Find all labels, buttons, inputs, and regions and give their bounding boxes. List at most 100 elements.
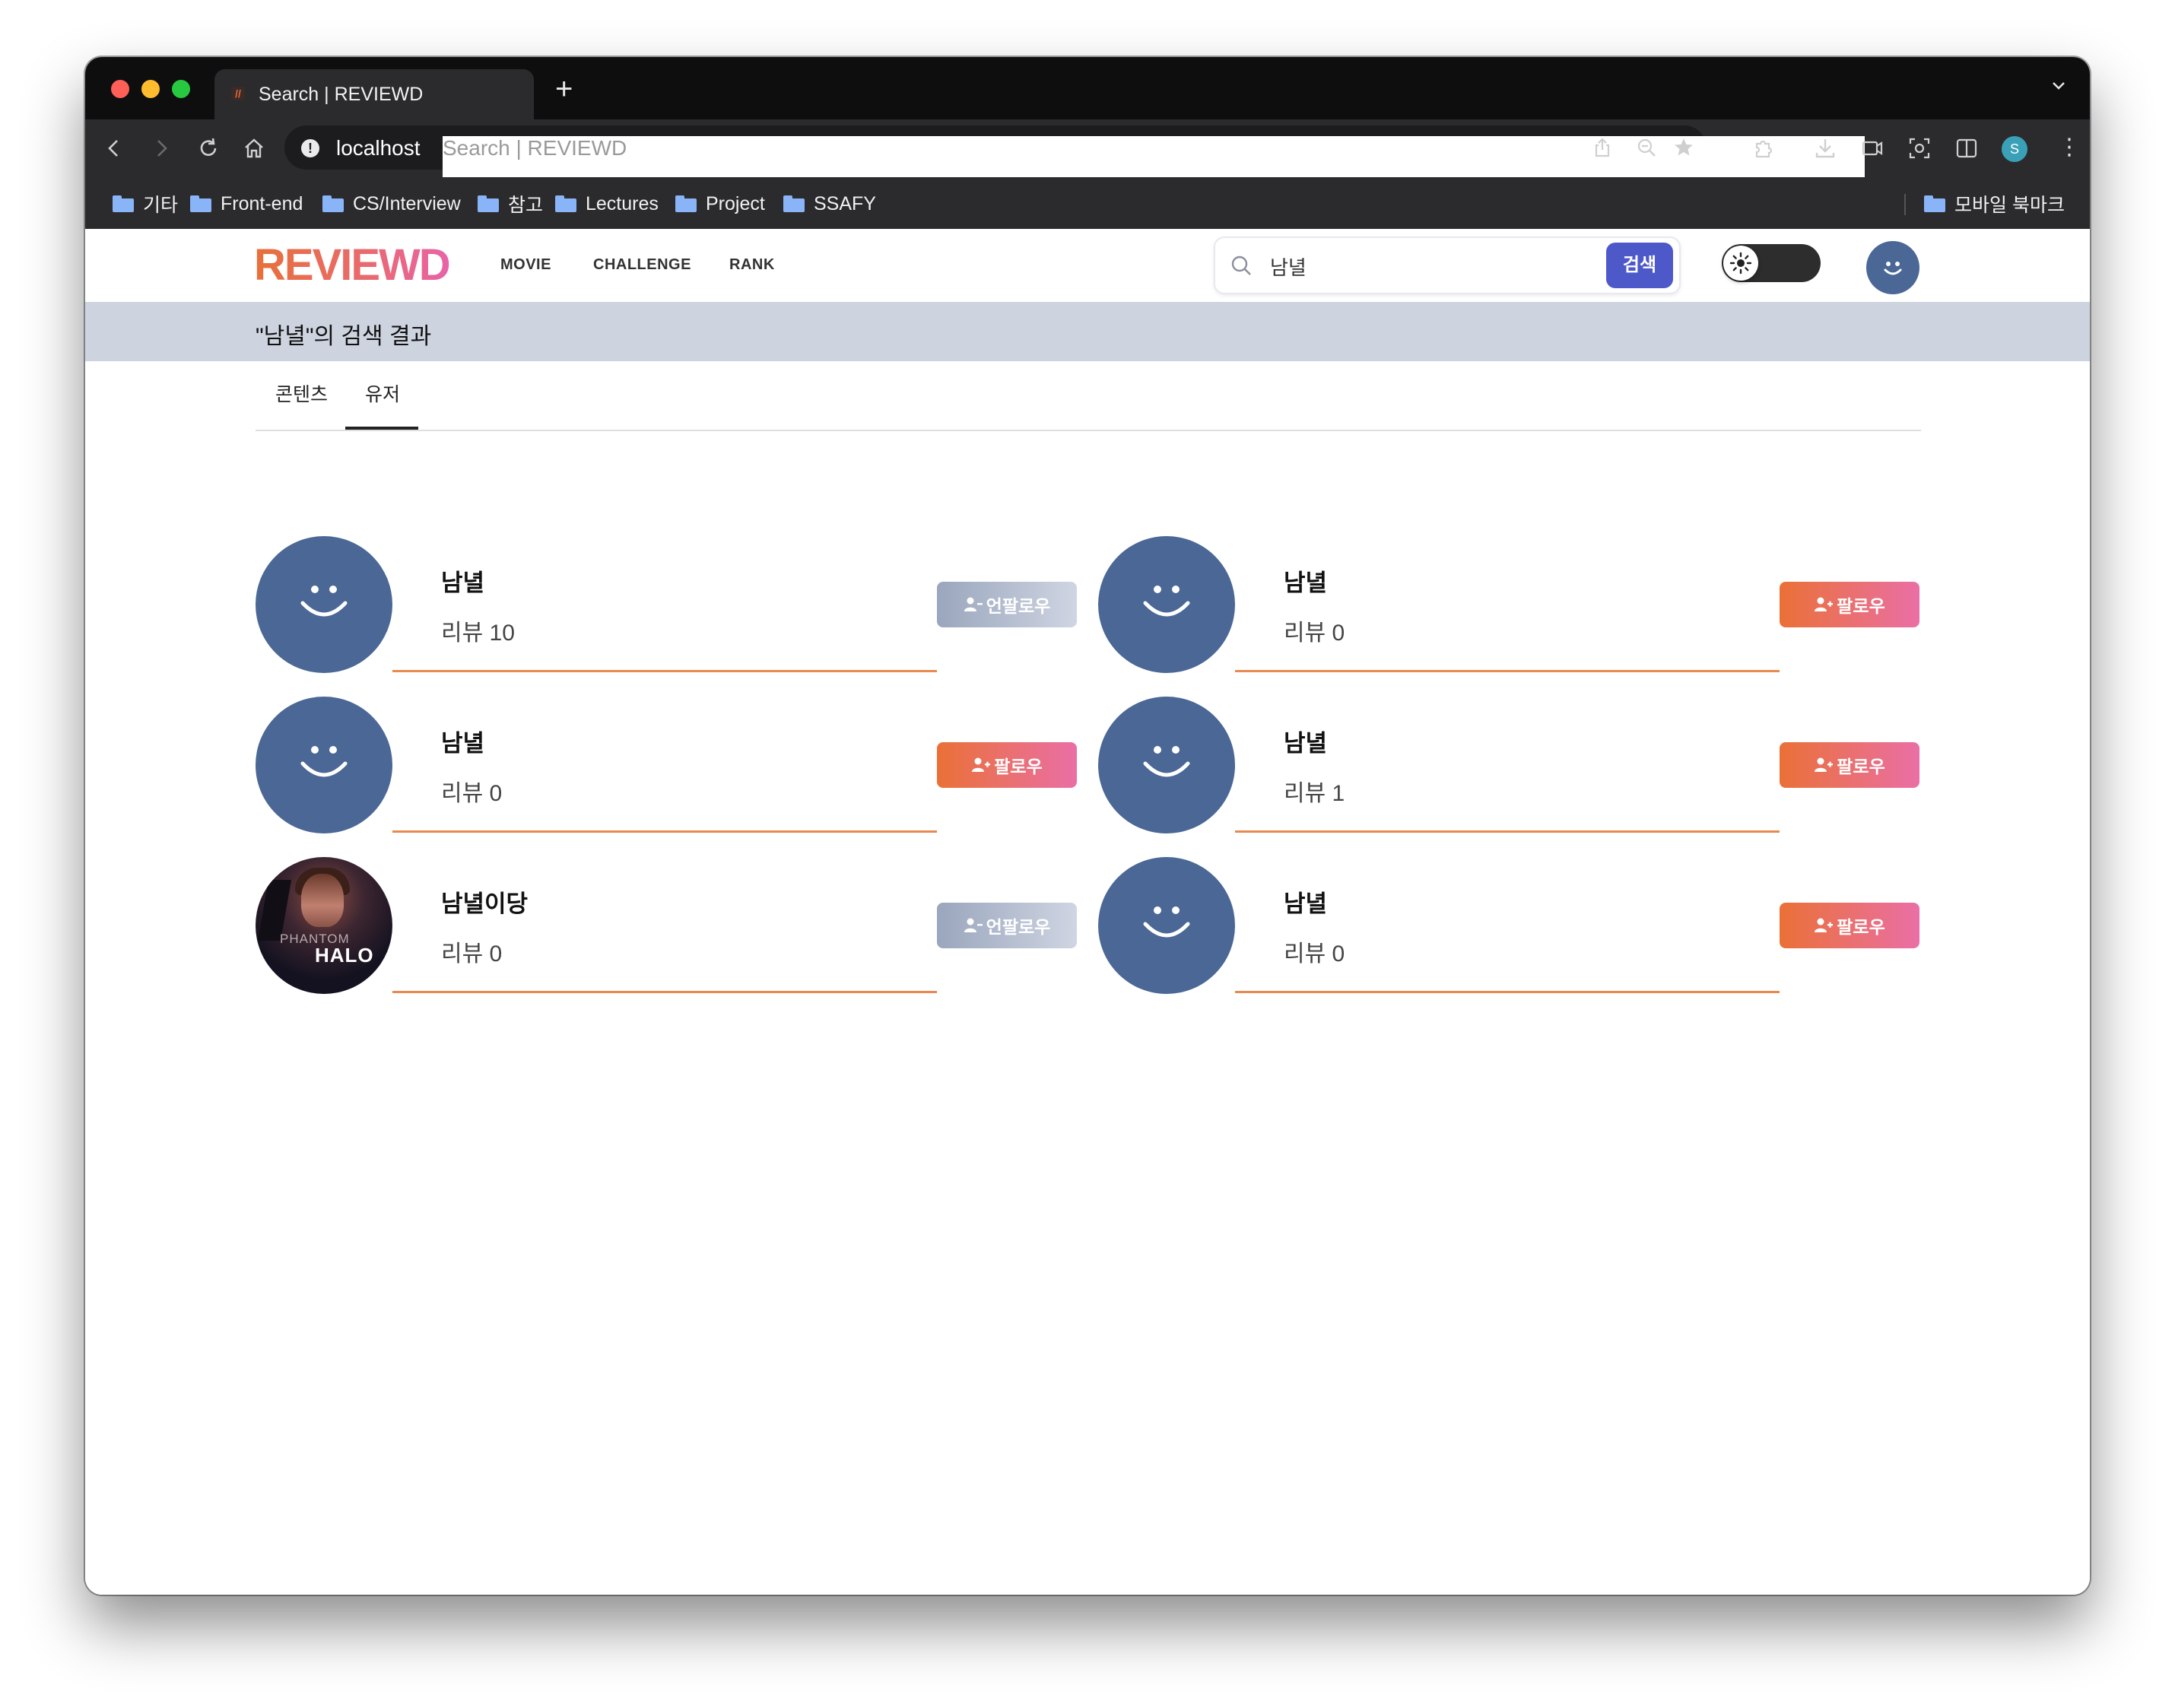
site-search: 검색 — [1214, 237, 1681, 294]
browser-menu-icon[interactable]: ⋮ — [2058, 136, 2081, 159]
active-tab-indicator — [345, 427, 418, 430]
bookmark-folder[interactable]: 기타 — [113, 192, 178, 216]
extensions-icon[interactable] — [1751, 136, 1775, 160]
follow-button[interactable]: 팔로우 — [1780, 582, 1919, 627]
follow-button[interactable]: 팔로우 — [1780, 903, 1919, 948]
zoom-out-icon[interactable] — [1635, 136, 1658, 159]
folder-icon — [322, 195, 344, 212]
review-count: 리뷰 0 — [441, 781, 503, 806]
user-avatar[interactable] — [256, 697, 392, 833]
screenshot-icon[interactable] — [1907, 136, 1932, 160]
search-icon — [1231, 256, 1251, 275]
browser-window: // Search | REVIEWD + ! localhost Search… — [85, 57, 2090, 1595]
username[interactable]: 남녈 — [1284, 564, 1327, 598]
maximize-window-button[interactable] — [172, 80, 190, 98]
nav-rank[interactable]: RANK — [729, 256, 775, 274]
address-bar[interactable]: ! localhost Search | REVIEWD — [284, 125, 1865, 1502]
download-icon[interactable] — [1813, 136, 1837, 160]
theme-toggle[interactable] — [1722, 244, 1821, 282]
tab-content[interactable]: 콘텐츠 — [275, 379, 328, 407]
bookmark-star-icon[interactable] — [1673, 136, 1696, 159]
unfollow-button[interactable]: 언팔로우 — [937, 903, 1077, 948]
folder-icon — [113, 195, 134, 212]
folder-icon — [190, 195, 211, 212]
browser-tab[interactable]: // Search | REVIEWD — [214, 69, 534, 119]
folder-icon — [675, 195, 697, 212]
tab-users[interactable]: 유저 — [365, 379, 400, 407]
smiley-icon — [1143, 906, 1190, 938]
username[interactable]: 남녈 — [1284, 724, 1327, 758]
user-card: 남녈 리뷰 1 팔로우 — [1098, 697, 1930, 833]
tab-strip: // Search | REVIEWD + — [85, 57, 2090, 119]
folder-icon — [783, 195, 805, 212]
user-plus-icon — [972, 757, 991, 772]
card-divider — [1235, 991, 1780, 993]
user-avatar[interactable] — [1098, 697, 1235, 833]
bookmarks-bar: 기타 Front-end CS/Interview 참고 Lectures Pr… — [85, 177, 2090, 230]
minimize-window-button[interactable] — [141, 80, 160, 98]
share-icon[interactable] — [1591, 136, 1614, 159]
reload-icon[interactable] — [196, 136, 221, 160]
card-divider — [392, 991, 937, 993]
sun-icon — [1729, 252, 1752, 275]
close-window-button[interactable] — [111, 80, 129, 98]
unfollow-button[interactable]: 언팔로우 — [937, 582, 1077, 627]
site-info-icon[interactable]: ! — [301, 139, 319, 157]
card-divider — [392, 670, 937, 672]
bookmark-folder[interactable]: SSAFY — [783, 192, 876, 215]
user-card: PHANTOM HALO 남녈이당 리뷰 0 언팔로우 — [256, 857, 1088, 994]
back-icon[interactable] — [102, 136, 126, 160]
tab-search-chevron-icon[interactable] — [2050, 77, 2067, 94]
user-card: 남녈 리뷰 10 언팔로우 — [256, 536, 1088, 673]
bookmark-folder[interactable]: Lectures — [555, 192, 659, 215]
smiley-icon — [1884, 262, 1902, 275]
search-results-title: "남녈"의 검색 결과 — [256, 324, 432, 349]
bookmark-folder[interactable]: Project — [675, 192, 765, 215]
mobile-bookmarks-folder[interactable]: 모바일 북마크 — [1924, 192, 2065, 216]
follow-button[interactable]: 팔로우 — [937, 742, 1077, 788]
user-avatar[interactable] — [256, 536, 392, 673]
review-count: 리뷰 1 — [1284, 781, 1345, 806]
user-avatar-movie-poster[interactable]: PHANTOM HALO — [256, 857, 392, 994]
nav-movie[interactable]: MOVIE — [500, 256, 551, 274]
nav-challenge[interactable]: CHALLENGE — [593, 256, 691, 274]
cast-icon[interactable] — [1860, 136, 1884, 160]
user-plus-icon — [1815, 757, 1834, 772]
user-card: 남녈 리뷰 0 팔로우 — [1098, 857, 1930, 994]
folder-icon — [555, 195, 576, 212]
site-header: REVIEWD MOVIE CHALLENGE RANK 검색 — [85, 229, 2090, 302]
username[interactable]: 남녈 — [1284, 884, 1327, 919]
username[interactable]: 남녈이당 — [441, 884, 528, 919]
smiley-icon — [300, 586, 348, 617]
forward-icon[interactable] — [149, 136, 173, 160]
smiley-icon — [300, 746, 348, 777]
user-plus-icon — [1815, 597, 1834, 611]
bookmark-folder[interactable]: 참고 — [478, 192, 543, 216]
bookmark-folder[interactable]: CS/Interview — [322, 192, 461, 215]
folder-icon — [1924, 195, 1945, 212]
user-avatar[interactable] — [1866, 241, 1919, 294]
card-divider — [1235, 670, 1780, 672]
smiley-icon — [1143, 746, 1190, 777]
review-count: 리뷰 0 — [1284, 621, 1345, 646]
site-logo[interactable]: REVIEWD — [254, 240, 451, 290]
new-tab-button[interactable]: + — [555, 74, 573, 104]
profile-avatar[interactable]: S — [2002, 136, 2027, 162]
user-avatar[interactable] — [1098, 857, 1235, 994]
side-panel-icon[interactable] — [1954, 136, 1979, 160]
review-count: 리뷰 0 — [441, 941, 503, 967]
user-avatar[interactable] — [1098, 536, 1235, 673]
follow-button[interactable]: 팔로우 — [1780, 742, 1919, 788]
search-button[interactable]: 검색 — [1606, 243, 1673, 288]
poster-title-line2: HALO — [315, 944, 374, 967]
username[interactable]: 남녈 — [441, 564, 484, 598]
folder-icon — [478, 195, 499, 212]
review-count: 리뷰 0 — [1284, 941, 1345, 967]
review-count: 리뷰 10 — [441, 621, 515, 646]
search-input[interactable] — [1268, 252, 1576, 281]
tab-title: Search | REVIEWD — [259, 84, 424, 105]
bookmark-folder[interactable]: Front-end — [190, 192, 303, 215]
home-icon[interactable] — [242, 136, 266, 160]
web-page: REVIEWD MOVIE CHALLENGE RANK 검색 — [85, 229, 2090, 1595]
username[interactable]: 남녈 — [441, 724, 484, 758]
